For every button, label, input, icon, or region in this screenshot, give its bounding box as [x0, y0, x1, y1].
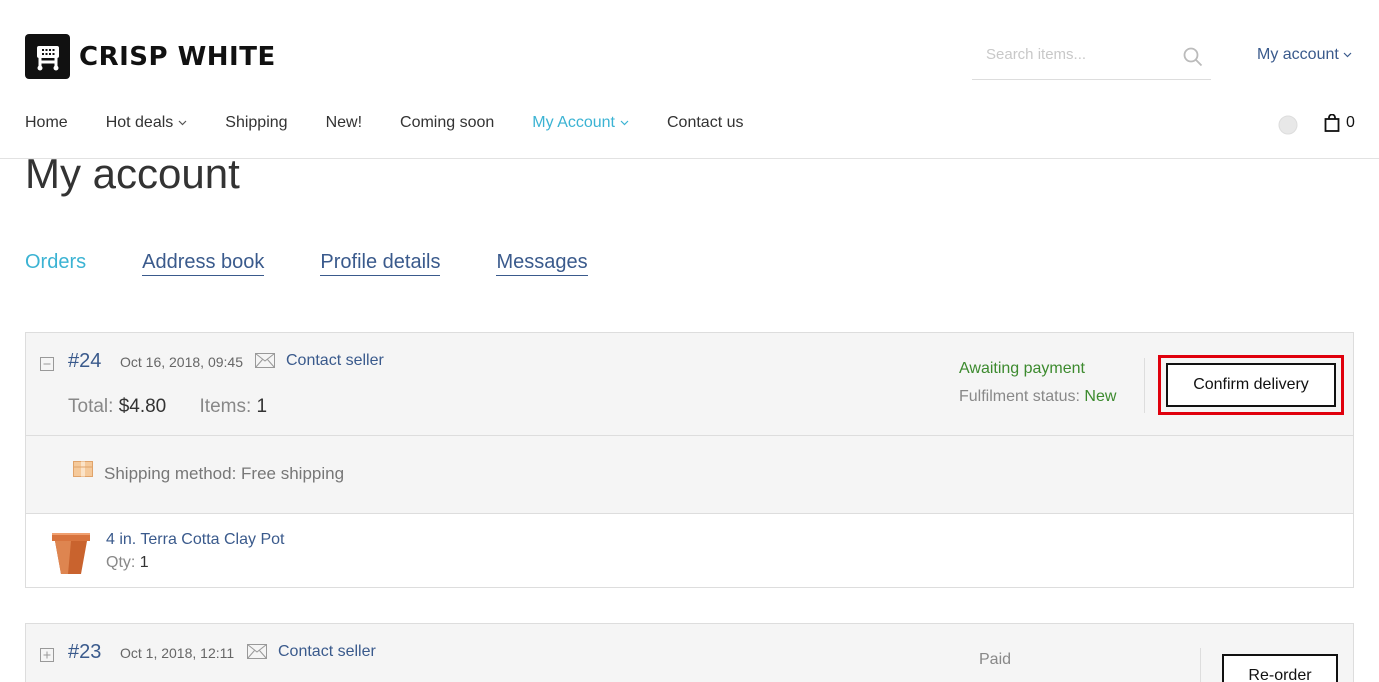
- brand-logo[interactable]: CRISP WHITE: [25, 34, 276, 79]
- account-menu[interactable]: My account: [1257, 46, 1352, 64]
- package-icon: [73, 461, 93, 482]
- order-header: #24 Oct 16, 2018, 09:45 Contact seller T…: [26, 333, 1353, 435]
- tab-address-book[interactable]: Address book: [142, 251, 265, 276]
- qty-label: Qty:: [106, 554, 136, 571]
- cart-button[interactable]: 0: [1324, 114, 1355, 132]
- main-nav: Home Hot deals Shipping New! Coming soon…: [25, 114, 781, 132]
- search-input[interactable]: [986, 46, 1176, 63]
- shipping-method: Shipping method: Free shipping: [104, 464, 345, 483]
- nav-item-shipping[interactable]: Shipping: [225, 114, 287, 132]
- product-image[interactable]: [48, 530, 94, 581]
- nav-item-label: Home: [25, 114, 68, 131]
- search-box: [972, 36, 1211, 80]
- nav-item-home[interactable]: Home: [25, 114, 68, 132]
- shopping-bag-icon: [1324, 114, 1340, 132]
- nav-item-new[interactable]: New!: [326, 114, 362, 132]
- mail-icon: [255, 353, 275, 373]
- nav-item-my-account[interactable]: My Account: [532, 114, 629, 132]
- brand-name: CRISP WHITE: [79, 41, 276, 72]
- tab-profile-details[interactable]: Profile details: [320, 251, 441, 276]
- order-date: Oct 1, 2018, 12:11: [120, 645, 235, 661]
- fulfilment-label: Fulfilment status:: [959, 388, 1080, 405]
- order-date: Oct 16, 2018, 09:45: [120, 354, 243, 370]
- vertical-divider: [1200, 648, 1201, 682]
- nav-item-label: New!: [325, 114, 363, 131]
- chevron-down-icon: [1343, 52, 1352, 58]
- nav-item-label: Shipping: [225, 114, 288, 131]
- payment-status: Awaiting payment: [959, 360, 1085, 377]
- collapse-icon[interactable]: [40, 357, 54, 376]
- nav-item-label: Contact us: [667, 114, 744, 131]
- order-card: #24 Oct 16, 2018, 09:45 Contact seller T…: [25, 332, 1354, 588]
- nav-item-coming-soon[interactable]: Coming soon: [400, 114, 494, 132]
- payment-status: Paid: [979, 651, 1012, 668]
- product-qty: Qty: 1: [106, 554, 149, 572]
- order-items-count: 1: [256, 396, 268, 417]
- order-item: 4 in. Terra Cotta Clay Pot Qty: 1: [26, 513, 1353, 587]
- cart-logo-icon: [25, 34, 70, 79]
- search-icon[interactable]: [1183, 47, 1203, 72]
- reorder-button[interactable]: Re-order: [1222, 654, 1338, 682]
- cart-count: 0: [1346, 114, 1355, 131]
- items-label: Items:: [199, 396, 252, 417]
- fulfilment-status: Fulfilment status: New: [959, 388, 1116, 406]
- nav-item-contact-us[interactable]: Contact us: [667, 114, 743, 132]
- tab-orders[interactable]: Orders: [25, 251, 86, 276]
- chevron-down-icon: [620, 120, 629, 126]
- account-menu-label: My account: [1257, 46, 1339, 63]
- theme-toggle-icon[interactable]: [1278, 115, 1298, 140]
- order-header: #23 Oct 1, 2018, 12:11 Contact seller Pa…: [26, 624, 1353, 682]
- contact-seller-link[interactable]: Contact seller: [278, 643, 376, 661]
- qty-value: 1: [139, 554, 149, 571]
- tab-messages[interactable]: Messages: [496, 251, 588, 276]
- fulfilment-value: New: [1084, 388, 1117, 405]
- order-number[interactable]: #24: [68, 350, 101, 373]
- order-totals: Total: $4.80 Items: 1: [68, 396, 267, 418]
- nav-item-hot-deals[interactable]: Hot deals: [106, 114, 188, 132]
- expand-icon[interactable]: [40, 648, 54, 667]
- mail-icon: [247, 644, 267, 664]
- nav-item-label: Hot deals: [105, 114, 174, 131]
- account-tabs: Orders Address book Profile details Mess…: [25, 251, 644, 276]
- order-card: #23 Oct 1, 2018, 12:11 Contact seller Pa…: [25, 623, 1354, 682]
- vertical-divider: [1144, 358, 1145, 413]
- page-title: My account: [25, 150, 240, 197]
- order-number[interactable]: #23: [68, 641, 101, 664]
- contact-seller-link[interactable]: Contact seller: [286, 352, 384, 370]
- chevron-down-icon: [178, 120, 187, 126]
- nav-item-label: My Account: [532, 114, 615, 131]
- total-label: Total:: [68, 396, 114, 417]
- order-total: $4.80: [118, 396, 167, 417]
- nav-item-label: Coming soon: [400, 114, 495, 131]
- product-name-link[interactable]: 4 in. Terra Cotta Clay Pot: [106, 531, 284, 549]
- confirm-delivery-button[interactable]: Confirm delivery: [1166, 363, 1336, 407]
- shipping-row: Shipping method: Free shipping: [26, 435, 1353, 513]
